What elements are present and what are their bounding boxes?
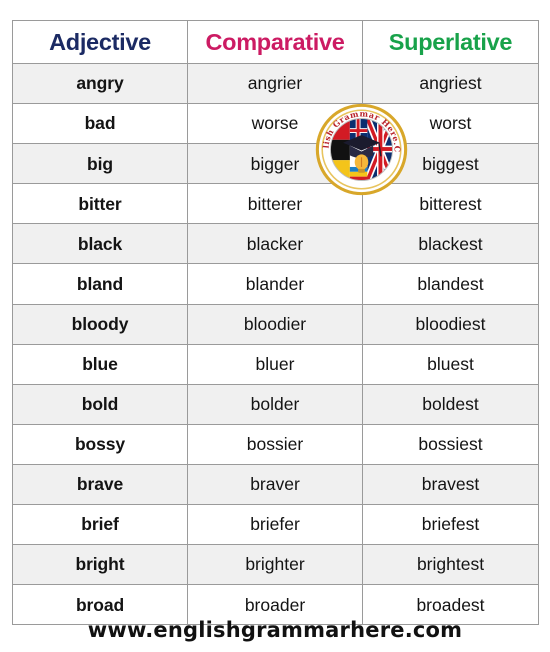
cell-comparative: blacker bbox=[187, 223, 363, 265]
cell-superlative: blackest bbox=[362, 223, 539, 265]
table-row: brief briefer briefest bbox=[12, 504, 539, 546]
column-header-superlative: Superlative bbox=[362, 20, 539, 64]
cell-superlative: angriest bbox=[362, 62, 539, 105]
cell-adjective: brave bbox=[12, 463, 188, 506]
table-body: angry angrier angriest bad worse worst big bigg… bbox=[12, 62, 539, 626]
cell-comparative: bloodier bbox=[187, 303, 363, 345]
cell-superlative: briefest bbox=[362, 504, 539, 546]
table-row: bitter bitterer bitterest bbox=[12, 183, 539, 225]
column-header-adjective: Adjective bbox=[12, 20, 188, 64]
cell-superlative: worst bbox=[362, 103, 539, 145]
cell-comparative: blander bbox=[187, 263, 363, 305]
cell-adjective: black bbox=[12, 223, 188, 265]
cell-superlative: brightest bbox=[362, 544, 539, 586]
cell-adjective: bright bbox=[12, 544, 188, 586]
table-row: bad worse worst bbox=[12, 103, 539, 145]
table-row: bloody bloodier bloodiest bbox=[12, 303, 539, 345]
cell-adjective: bitter bbox=[12, 183, 188, 225]
cell-adjective: bossy bbox=[12, 423, 188, 465]
table-row: blue bluer bluest bbox=[12, 343, 539, 385]
cell-adjective: bloody bbox=[12, 303, 188, 345]
cell-adjective: big bbox=[12, 143, 188, 185]
table-row: bland blander blandest bbox=[12, 263, 539, 305]
cell-superlative: bluest bbox=[362, 343, 539, 385]
cell-comparative: bigger bbox=[187, 143, 363, 185]
cell-superlative: bitterest bbox=[362, 183, 539, 225]
cell-adjective: bold bbox=[12, 383, 188, 425]
cell-superlative: bravest bbox=[362, 463, 539, 506]
table-header: Adjective Comparative Superlative bbox=[12, 20, 539, 64]
cell-adjective: angry bbox=[12, 62, 188, 105]
table-row: bossy bossier bossiest bbox=[12, 423, 539, 465]
cell-superlative: bossiest bbox=[362, 423, 539, 465]
column-header-comparative: Comparative bbox=[187, 20, 363, 64]
cell-superlative: blandest bbox=[362, 263, 539, 305]
cell-adjective: blue bbox=[12, 343, 188, 385]
table-row: bright brighter brightest bbox=[12, 544, 539, 586]
cell-adjective: brief bbox=[12, 504, 188, 546]
cell-comparative: bossier bbox=[187, 423, 363, 465]
cell-superlative: biggest bbox=[362, 143, 539, 185]
cell-comparative: brighter bbox=[187, 544, 363, 586]
footer-website-url: www.englishgrammarhere.com bbox=[87, 618, 463, 642]
adjective-comparison-table: Adjective Comparative Superlative angry a… bbox=[12, 20, 539, 626]
table-row: black blacker blackest bbox=[12, 223, 539, 265]
cell-comparative: bitterer bbox=[187, 183, 363, 225]
cell-comparative: angrier bbox=[187, 62, 363, 105]
cell-comparative: bolder bbox=[187, 383, 363, 425]
cell-superlative: boldest bbox=[362, 383, 539, 425]
table-row: angry angrier angriest bbox=[12, 62, 539, 105]
table-row: brave braver bravest bbox=[12, 463, 539, 506]
table-row: bold bolder boldest bbox=[12, 383, 539, 425]
worksheet-page: Adjective Comparative Superlative angry a… bbox=[0, 0, 550, 652]
table-row: big bigger biggest bbox=[12, 143, 539, 185]
cell-adjective: bland bbox=[12, 263, 188, 305]
cell-comparative: braver bbox=[187, 463, 363, 506]
cell-adjective: bad bbox=[12, 103, 188, 145]
cell-comparative: briefer bbox=[187, 504, 363, 546]
cell-comparative: bluer bbox=[187, 343, 363, 385]
cell-comparative: worse bbox=[187, 103, 363, 145]
table-header-row: Adjective Comparative Superlative bbox=[12, 20, 539, 64]
cell-superlative: bloodiest bbox=[362, 303, 539, 345]
